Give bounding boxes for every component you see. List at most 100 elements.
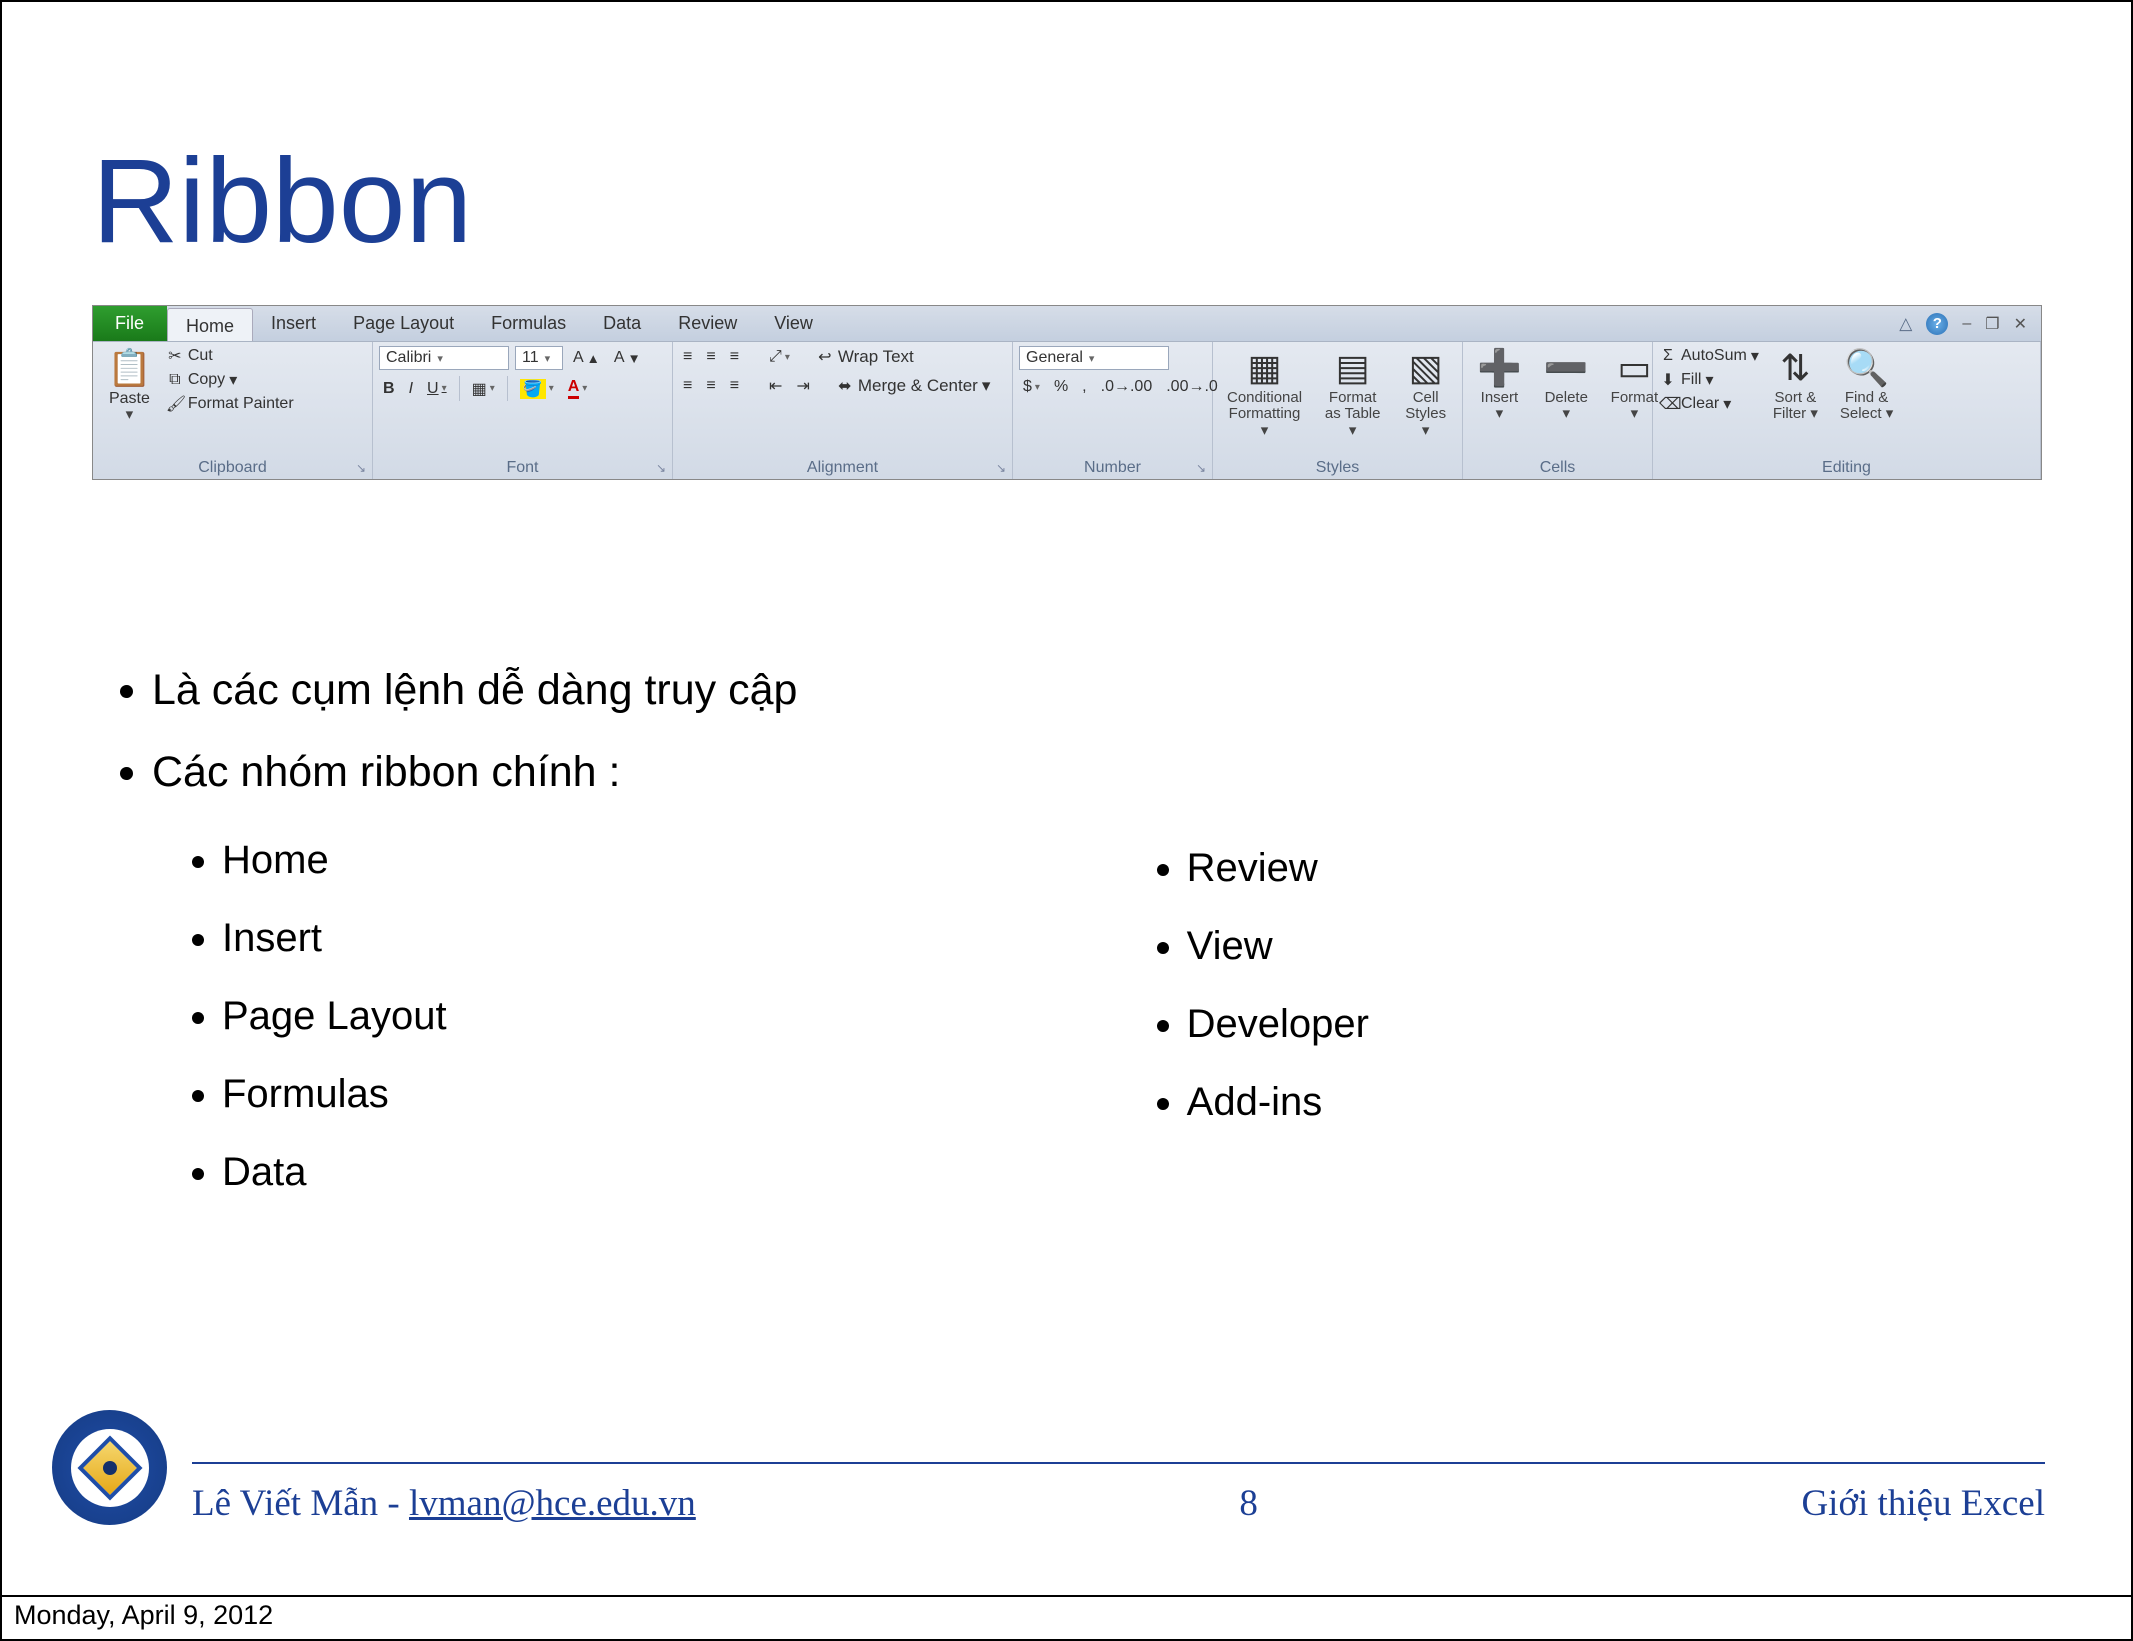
underline-button[interactable]: U▾ xyxy=(423,378,451,400)
font-color-button[interactable]: A▾ xyxy=(564,376,592,401)
number-launcher-icon[interactable]: ↘ xyxy=(1196,461,1206,475)
conditional-formatting-icon: ▦ xyxy=(1248,348,1282,388)
ribbon-groups: 📋 Paste ▾ ✂Cut ⧉Copy▾ 🖌Format Painter Cl… xyxy=(93,342,2041,479)
group-editing: ΣAutoSum▾ ⬇Fill▾ ⌫Clear▾ ⇅ Sort &Filter … xyxy=(1653,342,2041,479)
cut-icon: ✂ xyxy=(166,346,184,366)
autosum-button[interactable]: ΣAutoSum▾ xyxy=(1659,346,1759,366)
tab-view[interactable]: View xyxy=(756,306,832,341)
tab-home[interactable]: Home xyxy=(167,308,253,341)
format-painter-button[interactable]: 🖌Format Painter xyxy=(166,394,294,414)
insert-cells-icon: ➕ xyxy=(1477,348,1522,388)
footer-author: Lê Viết Mẫn - lvman@hce.edu.vn xyxy=(192,1482,696,1525)
percent-button[interactable]: % xyxy=(1050,376,1072,398)
tab-formulas[interactable]: Formulas xyxy=(473,306,585,341)
author-name: Lê Viết Mẫn - xyxy=(192,1483,409,1524)
group-styles: ▦ ConditionalFormatting ▾ ▤ Formatas Tab… xyxy=(1213,342,1463,479)
fill-color-button[interactable]: 🪣▾ xyxy=(516,377,558,401)
cell-styles-icon: ▧ xyxy=(1409,348,1443,388)
comma-button[interactable]: , xyxy=(1078,376,1090,398)
border-button[interactable]: ▦▾ xyxy=(468,377,499,401)
paste-icon: 📋 xyxy=(107,348,152,388)
slide-title: Ribbon xyxy=(92,132,2045,270)
align-left-button[interactable]: ≡ xyxy=(679,375,696,397)
orientation-button[interactable]: ⤢▾ xyxy=(765,346,794,368)
tab-data[interactable]: Data xyxy=(585,306,660,341)
sort-filter-icon: ⇅ xyxy=(1780,348,1810,388)
window-restore-icon[interactable]: ❐ xyxy=(1985,314,1999,334)
tab-file[interactable]: File xyxy=(93,306,167,341)
decrease-indent-button[interactable]: ⇤ xyxy=(765,374,786,398)
find-icon: 🔍 xyxy=(1844,348,1889,388)
font-name-select[interactable]: Calibri▾ xyxy=(379,346,509,370)
help-icon[interactable]: ? xyxy=(1926,313,1948,335)
sublist-col2: Review View Developer Add-ins xyxy=(1097,829,1369,1141)
format-painter-icon: 🖌 xyxy=(166,394,184,414)
bold-button[interactable]: B xyxy=(379,378,399,400)
sub-page-layout: Page Layout xyxy=(222,977,447,1055)
paste-dropdown-icon[interactable]: ▾ xyxy=(126,407,134,424)
font-launcher-icon[interactable]: ↘ xyxy=(656,461,666,475)
tab-review[interactable]: Review xyxy=(660,306,756,341)
wrap-text-label: Wrap Text xyxy=(838,347,914,367)
copy-button[interactable]: ⧉Copy▾ xyxy=(166,370,294,390)
group-number: General▾ $▾ % , .0→.00 .00→.0 Number↘ xyxy=(1013,342,1213,479)
sub-home: Home xyxy=(222,821,447,899)
bullet-2: Các nhóm ribbon chính : xyxy=(152,732,2045,814)
merge-icon: ⬌ xyxy=(836,376,854,396)
group-clipboard: 📋 Paste ▾ ✂Cut ⧉Copy▾ 🖌Format Painter Cl… xyxy=(93,342,373,479)
delete-cells-icon: ➖ xyxy=(1544,348,1589,388)
sigma-icon: Σ xyxy=(1659,347,1677,365)
styles-group-label: Styles xyxy=(1219,457,1456,477)
sort-filter-button[interactable]: ⇅ Sort &Filter ▾ xyxy=(1765,346,1826,425)
find-select-button[interactable]: 🔍 Find &Select ▾ xyxy=(1832,346,1901,425)
sublist-col1: Home Insert Page Layout Formulas Data xyxy=(92,821,447,1211)
date-stamp: Monday, April 9, 2012 xyxy=(14,1600,273,1631)
tab-insert[interactable]: Insert xyxy=(253,306,335,341)
font-group-label: Font↘ xyxy=(379,457,666,477)
format-as-table-button[interactable]: ▤ Formatas Table ▾ xyxy=(1316,346,1389,441)
paste-button[interactable]: 📋 Paste ▾ xyxy=(99,346,160,426)
increase-indent-button[interactable]: ⇥ xyxy=(792,374,813,398)
sub-formulas: Formulas xyxy=(222,1055,447,1133)
shrink-font-button[interactable]: A▼ xyxy=(610,347,645,369)
clipboard-launcher-icon[interactable]: ↘ xyxy=(356,461,366,475)
sub-view: View xyxy=(1187,907,1369,985)
window-minimize-icon[interactable]: – xyxy=(1962,315,1971,333)
delete-cells-button[interactable]: ➖ Delete▾ xyxy=(1536,346,1597,425)
wrap-text-button[interactable]: ↩Wrap Text xyxy=(816,347,914,367)
currency-button[interactable]: $▾ xyxy=(1019,376,1044,398)
copy-label: Copy xyxy=(188,371,225,389)
sub-insert: Insert xyxy=(222,899,447,977)
autosum-label: AutoSum xyxy=(1681,347,1747,365)
fill-label: Fill xyxy=(1681,371,1701,389)
cell-styles-button[interactable]: ▧ CellStyles ▾ xyxy=(1395,346,1456,441)
group-font: Calibri▾ 11▾ A▲ A▼ B I U▾ ▦▾ 🪣▾ A▾ xyxy=(373,342,673,479)
fill-button[interactable]: ⬇Fill▾ xyxy=(1659,370,1759,390)
editing-group-label: Editing xyxy=(1659,457,2034,477)
cut-button[interactable]: ✂Cut xyxy=(166,346,294,366)
align-right-button[interactable]: ≡ xyxy=(726,375,743,397)
minimize-ribbon-icon[interactable]: △ xyxy=(1899,314,1912,334)
font-size-select[interactable]: 11▾ xyxy=(515,346,563,370)
group-alignment: ≡ ≡ ≡ ⤢▾ ↩Wrap Text ≡ ≡ ≡ ⇤ ⇥ xyxy=(673,342,1013,479)
window-close-icon[interactable]: ✕ xyxy=(2014,314,2027,334)
align-center-button[interactable]: ≡ xyxy=(702,375,719,397)
grow-font-button[interactable]: A▲ xyxy=(569,347,604,369)
align-bottom-button[interactable]: ≡ xyxy=(726,346,743,368)
increase-decimal-button[interactable]: .0→.00 xyxy=(1097,376,1157,398)
align-top-button[interactable]: ≡ xyxy=(679,346,696,368)
insert-cells-button[interactable]: ➕ Insert▾ xyxy=(1469,346,1530,425)
italic-button[interactable]: I xyxy=(405,378,417,400)
clear-button[interactable]: ⌫Clear▾ xyxy=(1659,394,1759,414)
tab-page-layout[interactable]: Page Layout xyxy=(335,306,473,341)
number-format-select[interactable]: General▾ xyxy=(1019,346,1169,370)
university-logo xyxy=(52,1410,167,1525)
paste-label: Paste xyxy=(109,390,150,408)
alignment-launcher-icon[interactable]: ↘ xyxy=(996,461,1006,475)
merge-center-button[interactable]: ⬌Merge & Center▾ xyxy=(836,376,991,396)
wrap-text-icon: ↩ xyxy=(816,347,834,367)
conditional-formatting-button[interactable]: ▦ ConditionalFormatting ▾ xyxy=(1219,346,1310,441)
align-middle-button[interactable]: ≡ xyxy=(702,346,719,368)
ribbon-tabs: File Home Insert Page Layout Formulas Da… xyxy=(93,306,2041,342)
author-email-link[interactable]: lvman@hce.edu.vn xyxy=(409,1483,696,1524)
